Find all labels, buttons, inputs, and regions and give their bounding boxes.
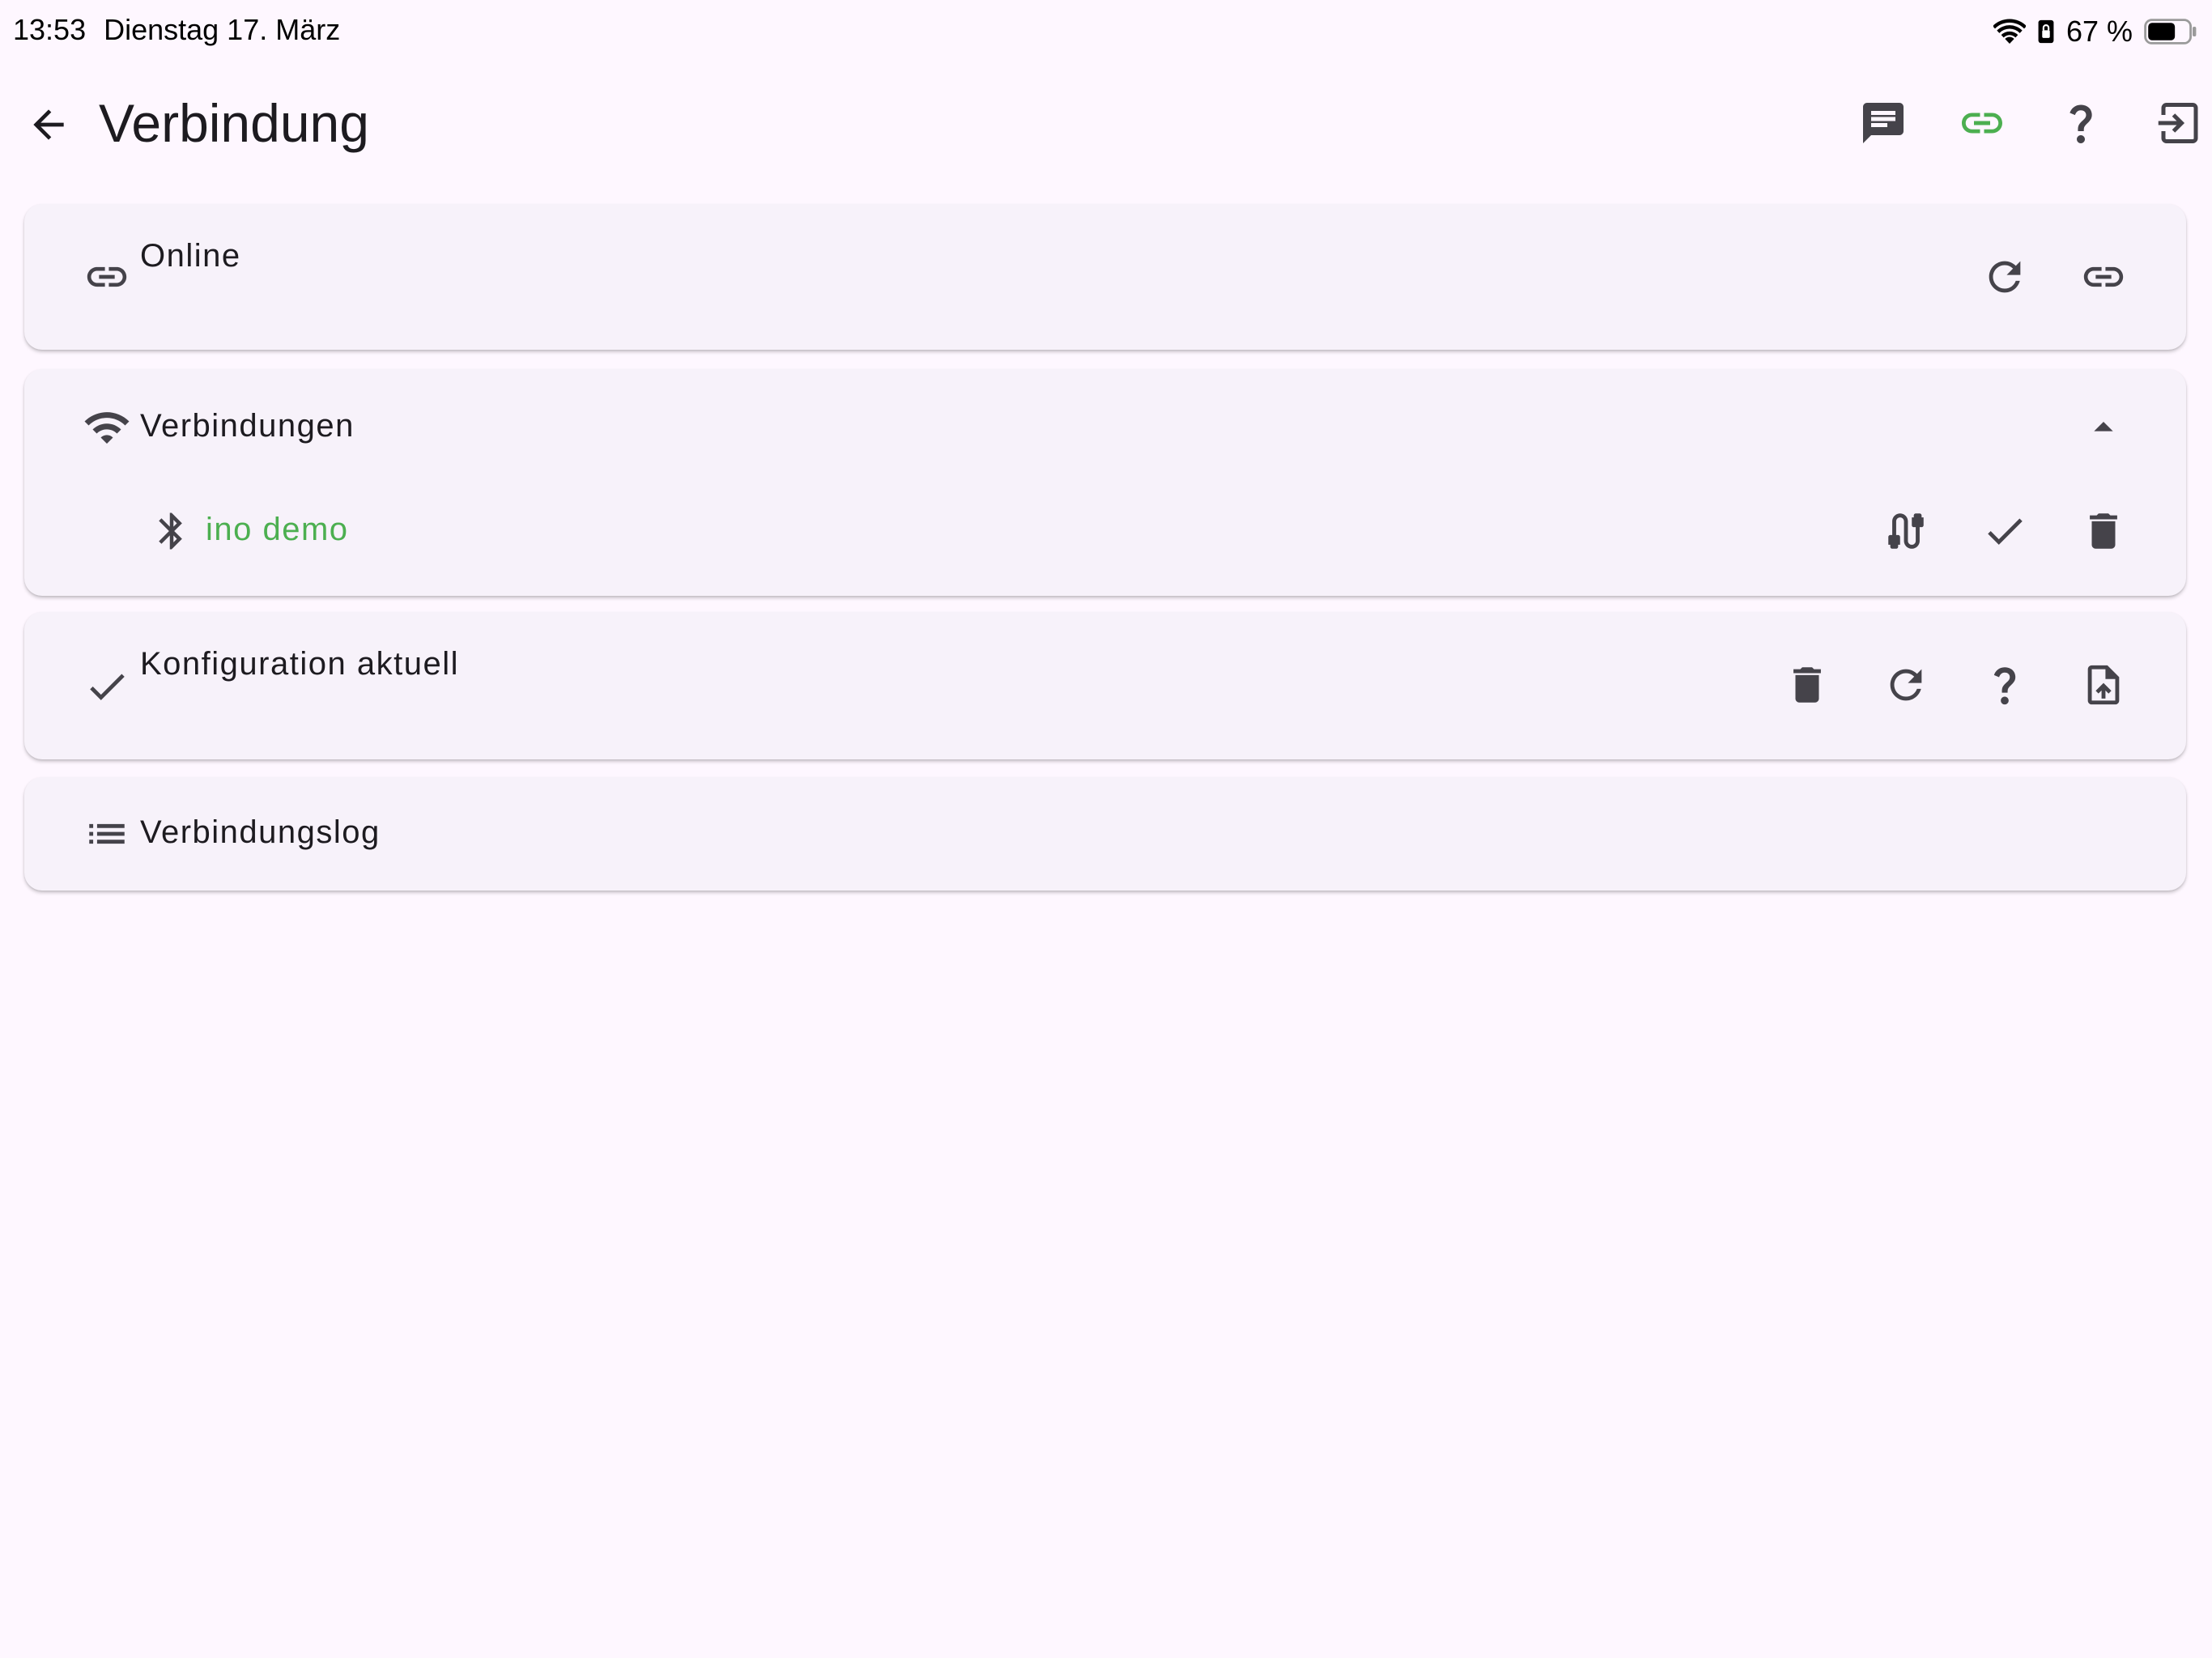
check-icon xyxy=(1988,518,2023,545)
connection-button[interactable] xyxy=(1953,94,2011,152)
online-card: Online xyxy=(24,204,2186,350)
sim-lock-icon xyxy=(2037,19,2055,45)
connections-lead-icon xyxy=(78,398,136,457)
link-icon xyxy=(1962,113,2002,134)
config-actions xyxy=(1778,656,2133,714)
online-refresh-button[interactable] xyxy=(1976,248,2034,306)
cable-icon xyxy=(1888,513,1924,549)
page-title: Verbindung xyxy=(99,93,369,153)
messages-button[interactable] xyxy=(1854,94,1912,152)
wifi-icon xyxy=(1993,19,2026,45)
upload-file-icon xyxy=(2087,665,2120,705)
online-connect-button[interactable] xyxy=(2074,248,2133,306)
message-icon xyxy=(1863,103,1904,143)
config-label: Konfiguration aktuell xyxy=(140,646,459,682)
delete-icon xyxy=(2090,513,2117,549)
device-cable-button[interactable] xyxy=(1877,502,1935,560)
logout-button[interactable] xyxy=(2150,94,2209,152)
bluetooth-icon xyxy=(159,512,182,550)
device-row[interactable]: ino demo xyxy=(24,483,2186,580)
app-bar-actions xyxy=(1854,94,2209,152)
status-time: 13:53 xyxy=(13,13,87,46)
help-icon xyxy=(1993,667,2016,705)
connections-card: Verbindungen ino demo xyxy=(24,369,2186,596)
arrow-back-icon xyxy=(33,109,64,140)
refresh-icon xyxy=(1989,261,2021,293)
status-time-date: 13:53 Dienstag 17. März xyxy=(13,13,340,47)
back-button[interactable] xyxy=(21,97,76,152)
online-label: Online xyxy=(140,238,241,274)
online-lead-icon xyxy=(78,248,136,306)
log-label: Verbindungslog xyxy=(140,814,381,850)
battery-percent: 67 % xyxy=(2065,15,2133,48)
delete-icon xyxy=(1793,667,1821,703)
device-confirm-button[interactable] xyxy=(1976,502,2034,560)
config-delete-button[interactable] xyxy=(1778,656,1836,714)
device-actions xyxy=(1877,502,2133,560)
status-bar: 13:53 Dienstag 17. März 67 % xyxy=(0,0,2212,65)
wifi-icon xyxy=(84,412,130,444)
link-icon xyxy=(2083,266,2124,287)
connections-toggle xyxy=(2074,398,2133,457)
device-delete-button[interactable] xyxy=(2074,502,2133,560)
device-type-icon xyxy=(143,502,201,560)
arrow-drop-up-icon xyxy=(2094,422,2113,432)
config-help-button[interactable] xyxy=(1976,656,2034,714)
device-name: ino demo xyxy=(206,512,349,547)
config-upload-button[interactable] xyxy=(2074,656,2133,714)
log-card[interactable]: Verbindungslog xyxy=(24,777,2186,891)
check-icon xyxy=(90,674,125,700)
battery-icon xyxy=(2144,19,2197,45)
connections-label: Verbindungen xyxy=(140,408,355,444)
logout-icon xyxy=(2158,103,2198,143)
status-indicators: 67 % xyxy=(1993,15,2197,49)
config-card: Konfiguration aktuell xyxy=(24,612,2186,759)
help-icon xyxy=(2069,104,2092,143)
config-refresh-button[interactable] xyxy=(1877,656,1935,714)
help-button[interactable] xyxy=(2052,94,2110,152)
collapse-button[interactable] xyxy=(2074,398,2133,457)
online-actions xyxy=(1976,248,2133,306)
log-lead-icon xyxy=(78,805,136,863)
refresh-icon xyxy=(1890,669,1922,701)
link-icon xyxy=(87,266,127,287)
config-lead-icon xyxy=(78,657,136,716)
list-icon xyxy=(89,823,125,844)
app-bar: Verbindung xyxy=(0,78,2212,168)
status-date: Dienstag 17. März xyxy=(104,13,341,46)
